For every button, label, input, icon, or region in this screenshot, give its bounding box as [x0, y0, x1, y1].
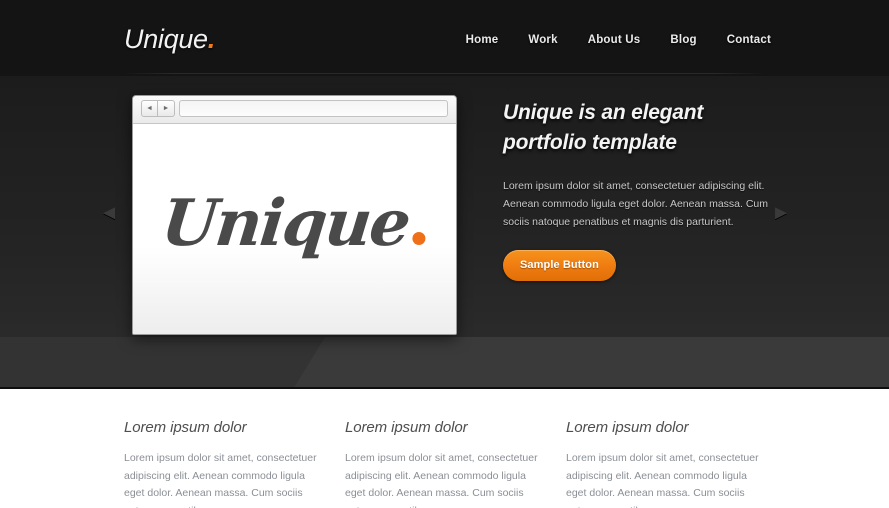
slider-prev-arrow-icon[interactable]: ◄	[99, 203, 119, 223]
header-divider	[122, 73, 766, 74]
feature-body: Lorem ipsum dolor sit amet, consectetuer…	[566, 452, 759, 508]
site-header: Unique. Home Work About Us Blog Contact	[0, 0, 889, 76]
logo-text: Unique	[124, 24, 208, 54]
nav-item-blog[interactable]: Blog	[670, 34, 696, 46]
site-logo[interactable]: Unique.	[124, 24, 215, 55]
browser-nav-buttons: ◄ ►	[141, 100, 175, 117]
hero-title-line-1: Unique is an elegant	[503, 101, 704, 124]
page-root: Unique. Home Work About Us Blog Contact …	[0, 0, 889, 508]
browser-viewport: Unique	[133, 124, 456, 334]
browser-address-input[interactable]	[179, 100, 448, 117]
browser-mockup: ◄ ► Unique	[132, 95, 457, 335]
feature-body: Lorem ipsum dolor sit amet, consectetuer…	[124, 452, 317, 508]
browser-chrome: ◄ ►	[133, 96, 456, 124]
logo-dot: .	[207, 24, 216, 54]
slide-script-logo-text: Unique	[158, 186, 413, 261]
features-section: Lorem ipsum dolor Lorem ipsum dolor sit …	[0, 389, 889, 508]
feature-column: Lorem ipsum dolor Lorem ipsum dolor sit …	[345, 419, 545, 508]
feature-heading: Lorem ipsum dolor	[566, 419, 689, 436]
sample-button[interactable]: Sample Button	[503, 249, 616, 281]
slider-next-arrow-icon[interactable]: ►	[771, 203, 791, 223]
nav-item-contact[interactable]: Contact	[727, 34, 771, 46]
main-navigation: Home Work About Us Blog Contact	[466, 34, 771, 46]
slide-script-logo: Unique	[158, 186, 431, 261]
feature-heading: Lorem ipsum dolor	[124, 419, 247, 436]
feature-column: Lorem ipsum dolor Lorem ipsum dolor sit …	[124, 419, 324, 508]
hero-text-block: Unique is an elegant portfolio template …	[503, 98, 768, 281]
feature-column: Lorem ipsum dolor Lorem ipsum dolor sit …	[566, 419, 766, 508]
hero-title-line-2: portfolio template	[503, 130, 677, 154]
slide-script-logo-dot-icon	[412, 232, 426, 245]
browser-back-icon[interactable]: ◄	[141, 100, 158, 117]
nav-item-about-us[interactable]: About Us	[588, 34, 641, 46]
nav-item-work[interactable]: Work	[528, 34, 557, 46]
browser-forward-icon[interactable]: ►	[158, 100, 175, 117]
feature-heading: Lorem ipsum dolor	[345, 419, 468, 436]
nav-item-home[interactable]: Home	[466, 34, 499, 46]
feature-body: Lorem ipsum dolor sit amet, consectetuer…	[345, 452, 538, 508]
hero-paragraph: Lorem ipsum dolor sit amet, consectetuer…	[503, 179, 768, 228]
hero-title: Unique is an elegant portfolio template	[503, 98, 768, 158]
